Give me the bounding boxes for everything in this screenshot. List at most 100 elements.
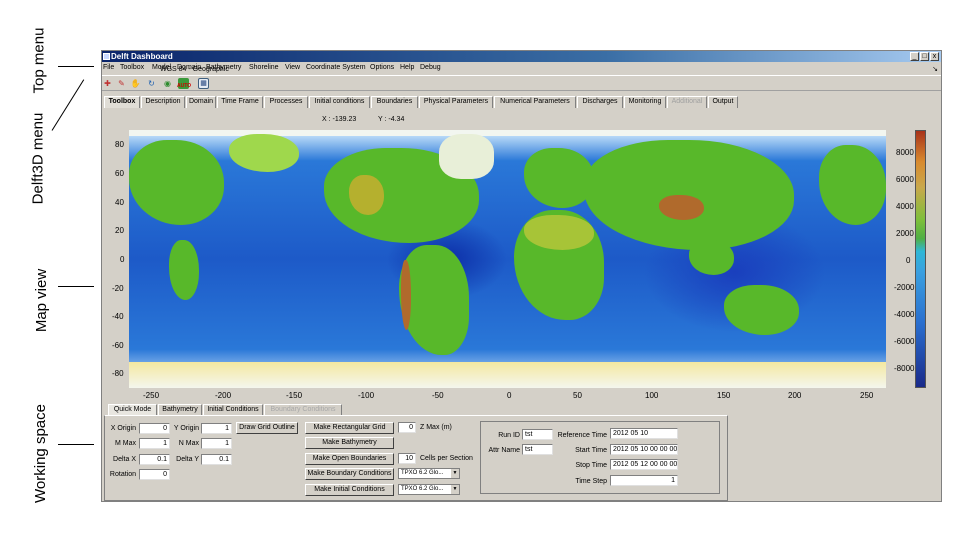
y-tick-label: 20 [115, 226, 124, 235]
delta-y-label: Delta Y [176, 456, 199, 463]
tab-domain[interactable]: Domain [186, 96, 216, 108]
make-bathymetry-button[interactable]: Make Bathymetry [305, 437, 394, 449]
menu-dock-arrow-icon[interactable]: ↘ [932, 65, 938, 73]
close-button[interactable]: x [930, 52, 939, 61]
tab-numerical-parameters[interactable]: Numerical Parameters [494, 96, 576, 108]
menu-shoreline[interactable]: Shoreline [249, 64, 279, 71]
annotation-working-space-line [58, 444, 94, 445]
tide-model-select-2[interactable]: TPXO 6.2 Glo... ▼ [398, 484, 460, 495]
refresh-icon[interactable]: ↻ [146, 78, 157, 89]
menu-view[interactable]: View [285, 64, 300, 71]
maximize-button[interactable]: □ [920, 52, 929, 61]
colorbar-tick-label: -2000 [894, 283, 915, 292]
greenland-west [229, 134, 299, 172]
panel-tab-bathymetry[interactable]: Bathymetry [158, 404, 202, 415]
run-id-field[interactable]: tst [522, 429, 553, 440]
y-tick-label: -20 [112, 284, 124, 293]
pan-hand-icon[interactable]: ✋ [130, 78, 141, 89]
n-max-label: N Max [178, 440, 199, 447]
map-view[interactable] [129, 130, 886, 388]
tab-monitoring[interactable]: Monitoring [624, 96, 666, 108]
delft3d-tab-bar: Toolbox Description Domain Time Frame Pr… [104, 96, 940, 108]
auto-icon[interactable]: AUTO [177, 78, 192, 89]
z-max-label: Z Max (m) [420, 424, 452, 431]
y-origin-field[interactable]: 1 [201, 423, 232, 434]
m-max-field[interactable]: 1 [139, 438, 170, 449]
x-tick-label: 200 [788, 391, 802, 400]
tab-time-frame[interactable]: Time Frame [217, 96, 263, 108]
menu-help[interactable]: Help [400, 64, 414, 71]
tab-boundaries[interactable]: Boundaries [371, 96, 418, 108]
stop-time-field[interactable]: 2012 05 12 00 00 00 [610, 459, 678, 470]
tide-model-2-value: TPXO 6.2 Glo... [401, 486, 444, 492]
make-rectangular-grid-button[interactable]: Make Rectangular Grid [305, 422, 394, 434]
north-america-west [129, 140, 224, 225]
cells-per-section-field[interactable]: 10 [398, 453, 416, 464]
tab-processes[interactable]: Processes [264, 96, 308, 108]
tab-toolbox[interactable]: Toolbox [104, 96, 140, 108]
cells-per-section-label: Cells per Section [420, 455, 473, 462]
menu-file[interactable]: File [103, 64, 114, 71]
colorbar-tick-label: 8000 [896, 148, 914, 157]
colorbar-tick-label: -6000 [894, 337, 915, 346]
rotation-field[interactable]: 0 [139, 469, 170, 480]
panel-tab-initial-conditions[interactable]: Initial Conditions [203, 404, 263, 415]
europe [524, 148, 594, 208]
zoom-out-icon[interactable]: ✎ [116, 78, 127, 89]
toolbar: ✚ ✎ ✋ ↻ ◉ AUTO ▦ [102, 75, 941, 91]
tab-additional: Additional [667, 96, 707, 108]
z-max-field[interactable]: 0 [398, 422, 416, 433]
zoom-in-icon[interactable]: ✚ [102, 78, 113, 89]
annotation-top-menu-line [58, 66, 94, 67]
menu-options[interactable]: Options [370, 64, 394, 71]
delta-x-field[interactable]: 0.1 [139, 454, 170, 465]
australia [724, 285, 799, 335]
tab-initial-conditions[interactable]: Initial conditions [309, 96, 370, 108]
time-step-field[interactable]: 1 [610, 475, 678, 486]
menu-debug[interactable]: Debug [420, 64, 441, 71]
chart-icon[interactable]: ▦ [198, 78, 209, 89]
annotation-delft3d-menu-line [51, 79, 85, 131]
panel-tab-quick-mode[interactable]: Quick Mode [108, 404, 157, 415]
y-coordinate-readout: Y : -4.34 [378, 116, 405, 123]
x-tick-label: 150 [717, 391, 731, 400]
tab-description[interactable]: Description [141, 96, 185, 108]
x-tick-label: 0 [507, 391, 512, 400]
start-time-field[interactable]: 2012 05 10 00 00 00 [610, 444, 678, 455]
y-tick-label: 40 [115, 198, 124, 207]
make-open-boundaries-button[interactable]: Make Open Boundaries [305, 453, 394, 465]
tab-output[interactable]: Output [708, 96, 738, 108]
y-tick-label: -40 [112, 312, 124, 321]
make-boundary-conditions-button[interactable]: Make Boundary Conditions [305, 468, 394, 480]
n-max-field[interactable]: 1 [201, 438, 232, 449]
menu-toolbox[interactable]: Toolbox [120, 64, 144, 71]
chevron-down-icon[interactable]: ▼ [451, 469, 459, 478]
draw-grid-outline-button[interactable]: Draw Grid Outline [236, 422, 298, 434]
annotation-working-space: Working space [31, 404, 49, 503]
attr-name-field[interactable]: tst [522, 444, 553, 455]
north-america-east-repeat [819, 145, 886, 225]
time-step-label: Time Step [575, 478, 607, 485]
make-initial-conditions-button[interactable]: Make Initial Conditions [305, 484, 394, 496]
chevron-down-icon[interactable]: ▼ [451, 485, 459, 494]
tab-discharges[interactable]: Discharges [577, 96, 623, 108]
tide-model-select-1[interactable]: TPXO 6.2 Glo... ▼ [398, 468, 460, 479]
tab-physical-parameters[interactable]: Physical Parameters [419, 96, 493, 108]
x-origin-field[interactable]: 0 [139, 423, 170, 434]
y-tick-label: 0 [120, 255, 125, 264]
auto-label: AUTO [177, 83, 192, 89]
minimize-button[interactable]: _ [910, 52, 919, 61]
reference-time-field[interactable]: 2012 05 10 [610, 428, 678, 439]
y-tick-label: -80 [112, 369, 124, 378]
coordinate-system-label: WGS 84 - Geographic [160, 66, 229, 73]
menu-coordinate-system[interactable]: Coordinate System [306, 64, 366, 71]
colorbar-tick-label: 0 [906, 256, 911, 265]
delta-y-field[interactable]: 0.1 [201, 454, 232, 465]
globe-icon[interactable]: ◉ [162, 78, 173, 89]
tide-model-1-value: TPXO 6.2 Glo... [401, 470, 444, 476]
antarctica [129, 362, 886, 388]
x-tick-label: 50 [573, 391, 582, 400]
y-origin-label: Y Origin [173, 425, 199, 432]
andes [401, 260, 411, 330]
x-tick-label: 100 [645, 391, 659, 400]
